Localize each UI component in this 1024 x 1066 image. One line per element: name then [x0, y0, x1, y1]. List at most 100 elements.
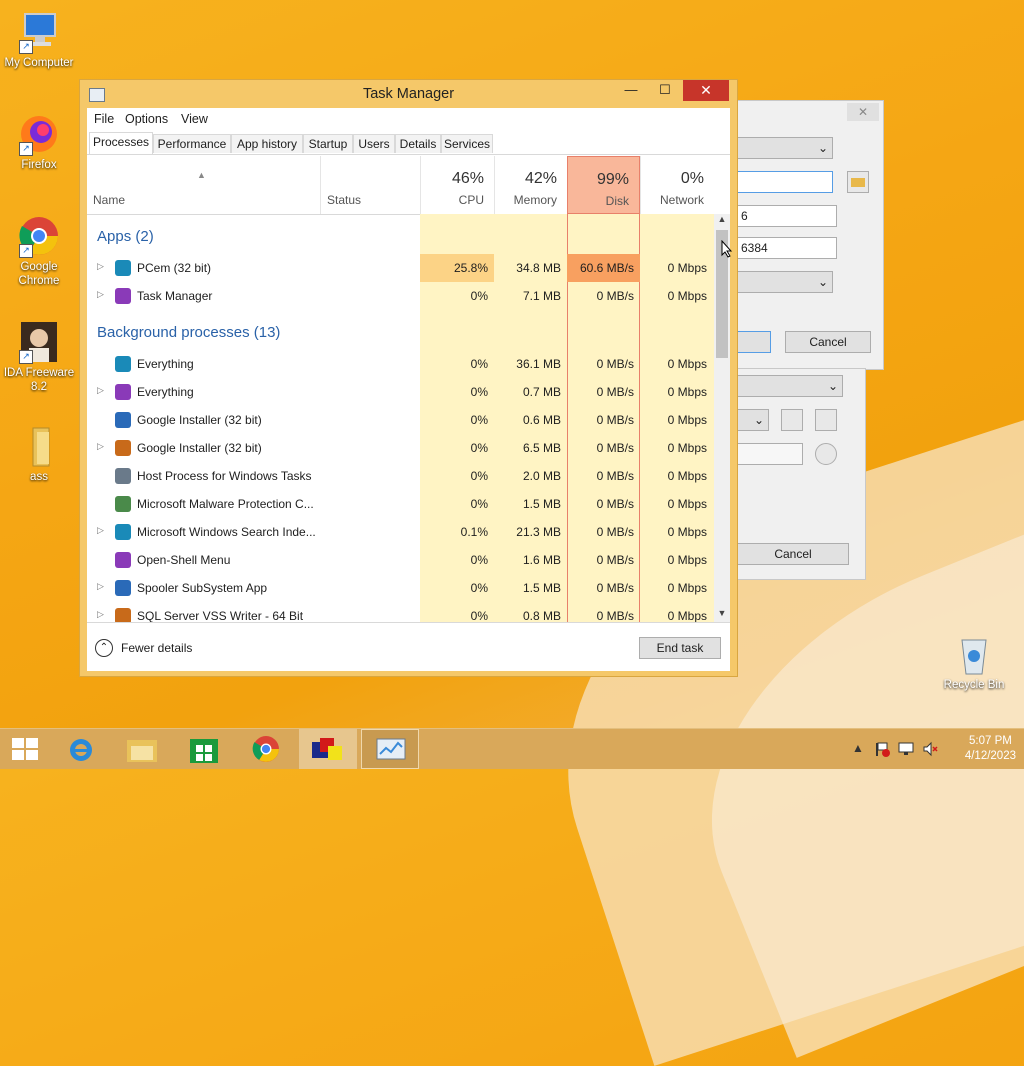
task-manager-body: File Options View Processes Performance …	[87, 108, 730, 671]
cancel-button[interactable]: Cancel	[785, 331, 871, 353]
dropdown[interactable]: ⌄	[737, 409, 769, 431]
process-row[interactable]: ▷ Everything 0% 0.7 MB 0 MB/s 0 Mbps	[87, 378, 717, 406]
desktop-icon-label: IDA Freeware 8.2	[3, 367, 75, 393]
tab-startup[interactable]: Startup	[303, 134, 353, 153]
taskbar-store[interactable]	[175, 729, 233, 769]
network-value: 0 Mbps	[667, 413, 707, 427]
column-name[interactable]: Name	[93, 193, 125, 207]
desktop-icon-my-computer[interactable]: ↗ My Computer	[1, 10, 77, 70]
minimize-button[interactable]: —	[617, 80, 645, 101]
computer-icon: ↗	[17, 10, 61, 54]
process-row[interactable]: ▷ Task Manager 0% 7.1 MB 0 MB/s 0 Mbps	[87, 282, 717, 310]
tab-performance[interactable]: Performance	[153, 134, 231, 153]
taskbar-task-manager[interactable]	[361, 729, 419, 769]
tab-processes[interactable]: Processes	[89, 132, 153, 154]
action-center-flag-icon[interactable]	[874, 741, 890, 757]
tab-strip: Processes Performance App history Startu…	[87, 130, 730, 155]
process-row[interactable]: Everything 0% 36.1 MB 0 MB/s 0 Mbps	[87, 350, 717, 378]
text-field[interactable]	[737, 443, 803, 465]
close-button[interactable]: ✕	[683, 80, 729, 101]
memory-percent: 42%	[524, 170, 557, 187]
add-icon[interactable]	[781, 409, 803, 431]
tab-services[interactable]: Services	[441, 134, 493, 153]
show-hidden-icons-icon[interactable]: ▲	[852, 741, 864, 755]
desktop-icon-ida[interactable]: ↗ IDA Freeware 8.2	[1, 320, 77, 394]
process-row[interactable]: ▷ SQL Server VSS Writer - 64 Bit 0% 0.8 MB 0…	[87, 602, 717, 622]
process-row[interactable]: Host Process for Windows Tasks 0% 2.0 MB 0 …	[87, 462, 717, 490]
desktop-icon-recycle-bin[interactable]: Recycle Bin	[936, 632, 1012, 692]
dropdown[interactable]: ⌄	[737, 271, 833, 293]
maximize-button[interactable]: ☐	[651, 80, 679, 101]
internet-explorer-icon	[70, 739, 92, 761]
firefox-icon: ↗	[17, 112, 61, 156]
text-field[interactable]: 6384	[737, 237, 837, 259]
menu-options[interactable]: Options	[125, 112, 168, 126]
chevron-up-icon[interactable]: ⌃	[95, 639, 113, 657]
cpu-label: CPU	[458, 193, 484, 207]
network-icon[interactable]	[898, 741, 914, 757]
menu-view[interactable]: View	[181, 112, 208, 126]
expand-chevron-icon[interactable]: ▷	[97, 525, 104, 536]
cursor-icon	[721, 240, 733, 258]
dropdown[interactable]: ⌄	[737, 137, 833, 159]
expand-chevron-icon[interactable]: ▷	[97, 581, 104, 592]
column-status[interactable]: Status	[327, 193, 361, 207]
taskbar-chrome[interactable]	[237, 729, 295, 769]
memory-value: 7.1 MB	[522, 289, 561, 303]
volume-muted-icon[interactable]	[922, 741, 938, 757]
group-header[interactable]: Apps (2)	[87, 222, 717, 250]
column-disk[interactable]: 99% Disk	[567, 156, 640, 214]
group-header[interactable]: Background processes (13)	[87, 318, 717, 346]
scroll-down-icon[interactable]: ▼	[714, 608, 730, 622]
ok-button[interactable]	[737, 331, 771, 353]
desktop-icon-ass-folder[interactable]: ass	[1, 424, 77, 484]
expand-chevron-icon[interactable]: ▷	[97, 609, 104, 620]
desktop-icon-firefox[interactable]: ↗ Firefox	[1, 112, 77, 172]
text-field[interactable]: 6	[737, 205, 837, 227]
sort-arrow-icon: ▲	[197, 170, 206, 180]
dropdown[interactable]: ⌄	[737, 375, 843, 397]
taskbar-file-explorer[interactable]	[113, 729, 171, 769]
process-row[interactable]: Open-Shell Menu 0% 1.6 MB 0 MB/s 0 Mbps	[87, 546, 717, 574]
eject-icon[interactable]	[815, 443, 837, 465]
disk-percent: 99%	[596, 171, 629, 188]
menu-file[interactable]: File	[94, 112, 114, 126]
process-row[interactable]: ▷ Google Installer (32 bit) 0% 6.5 MB 0 MB/s…	[87, 434, 717, 462]
tab-users[interactable]: Users	[353, 134, 395, 153]
process-name: Everything	[137, 357, 194, 371]
scroll-up-icon[interactable]: ▲	[714, 214, 730, 228]
process-row[interactable]: Google Installer (32 bit) 0% 0.6 MB 0 MB/s 0…	[87, 406, 717, 434]
column-network[interactable]: 0% Network	[640, 156, 714, 214]
clock[interactable]: 5:07 PM 4/12/2023	[965, 734, 1016, 764]
taskbar-pcem[interactable]	[299, 729, 357, 769]
background-dialog: ✕ ⌄ 6 6384 ⌄ Cancel	[736, 100, 884, 370]
folder-open-icon[interactable]	[815, 409, 837, 431]
taskbar-internet-explorer[interactable]	[52, 729, 110, 769]
expand-chevron-icon[interactable]: ▷	[97, 441, 104, 452]
cpu-value: 0%	[470, 553, 488, 567]
cpu-value: 0%	[470, 289, 488, 303]
text-field[interactable]	[737, 171, 833, 193]
process-row[interactable]: Microsoft Malware Protection C... 0% 1.5 M…	[87, 490, 717, 518]
start-button[interactable]	[0, 729, 58, 769]
desktop-icon-chrome[interactable]: ↗ Google Chrome	[1, 214, 77, 288]
process-row[interactable]: ▷ Spooler SubSystem App 0% 1.5 MB 0 MB/s 0 Mb…	[87, 574, 717, 602]
expand-chevron-icon[interactable]: ▷	[97, 289, 104, 300]
tab-app-history[interactable]: App history	[231, 134, 303, 153]
close-icon[interactable]: ✕	[847, 103, 879, 121]
expand-chevron-icon[interactable]: ▷	[97, 261, 104, 272]
column-memory[interactable]: 42% Memory	[494, 156, 567, 214]
cpu-value: 0%	[470, 469, 488, 483]
fewer-details-link[interactable]: Fewer details	[121, 641, 192, 655]
cancel-button[interactable]: Cancel	[737, 543, 849, 565]
folder-open-icon[interactable]	[847, 171, 869, 193]
title-bar[interactable]: Task Manager — ☐ ✕	[80, 80, 737, 108]
process-row[interactable]: ▷ PCem (32 bit) 25.8% 34.8 MB 60.6 MB/s 0 Mbp…	[87, 254, 717, 282]
expand-chevron-icon[interactable]: ▷	[97, 385, 104, 396]
tab-details[interactable]: Details	[395, 134, 441, 153]
process-name: Open-Shell Menu	[137, 553, 231, 567]
process-row[interactable]: ▷ Microsoft Windows Search Inde... 0.1% 21.…	[87, 518, 717, 546]
column-cpu[interactable]: 46% CPU	[420, 156, 494, 214]
memory-value: 1.6 MB	[522, 553, 561, 567]
end-task-button[interactable]: End task	[639, 637, 721, 659]
